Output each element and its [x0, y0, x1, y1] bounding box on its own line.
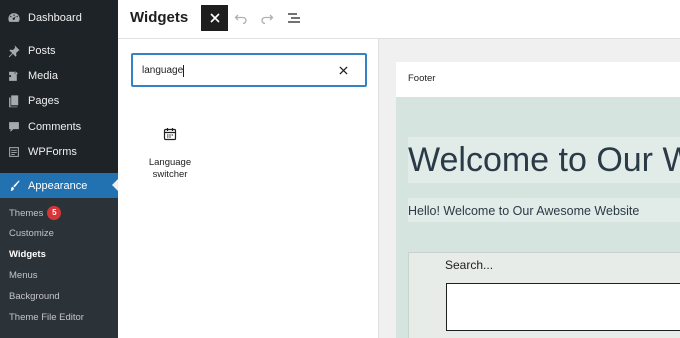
dashboard-icon	[0, 11, 28, 25]
redo-button[interactable]	[259, 10, 275, 26]
sidebar-item-pages[interactable]: Pages	[0, 88, 118, 113]
list-view-icon	[288, 13, 300, 23]
sidebar-item-label: Pages	[28, 94, 60, 107]
page-title: Widgets	[130, 9, 189, 26]
submenu-item-customize[interactable]: Customize	[9, 228, 54, 239]
media-icon	[0, 69, 28, 83]
wpforms-icon	[0, 145, 28, 159]
comments-icon	[0, 120, 28, 134]
sidebar-item-label: WPForms	[28, 145, 77, 158]
heading-block[interactable]: Welcome to Our Website	[408, 137, 680, 183]
submenu-item-menus[interactable]: Menus	[9, 270, 38, 281]
paragraph-block[interactable]: Hello! Welcome to Our Awesome Website	[408, 198, 680, 222]
submenu-item-themes[interactable]: Themes 5	[9, 206, 62, 220]
submenu-item-background[interactable]: Background	[9, 291, 60, 302]
search-widget-input[interactable]	[446, 283, 680, 331]
block-search-field[interactable]	[131, 53, 367, 87]
close-inserter-button[interactable]	[201, 5, 228, 31]
undo-icon	[234, 14, 247, 25]
submenu-item-label: Customize	[9, 228, 54, 239]
block-inserter-panel: Language switcher	[118, 39, 379, 338]
sidebar-item-dashboard[interactable]: Dashboard	[0, 5, 118, 30]
submenu-item-label: Background	[9, 291, 60, 302]
sidebar-item-label: Appearance	[28, 179, 88, 192]
admin-sidebar: Dashboard Posts Media Pages Comments WPF…	[0, 0, 118, 338]
submenu-item-label: Menus	[9, 270, 38, 281]
widget-area-title: Footer	[408, 73, 436, 84]
pushpin-icon	[0, 44, 28, 58]
calendar-icon	[163, 127, 177, 146]
widget-canvas: Footer Welcome to Our Website Hello! Wel…	[379, 39, 680, 338]
widget-area-content: Welcome to Our Website Hello! Welcome to…	[396, 97, 680, 338]
block-search-input[interactable]	[142, 62, 322, 78]
heading-text: Welcome to Our Website	[408, 141, 680, 179]
close-icon	[209, 13, 220, 23]
search-widget-label: Search...	[445, 258, 494, 272]
pages-icon	[0, 94, 28, 108]
appearance-submenu: Themes 5 Customize Widgets Menus Backgro…	[0, 198, 118, 338]
submenu-item-label: Theme File Editor	[9, 312, 84, 323]
submenu-item-label: Widgets	[9, 249, 46, 260]
search-widget-block[interactable]: Search...	[408, 252, 680, 338]
block-language-switcher[interactable]: Language switcher	[140, 127, 200, 187]
submenu-item-label: Themes	[9, 207, 44, 219]
submenu-item-theme-file-editor[interactable]: Theme File Editor	[9, 312, 84, 323]
list-view-button[interactable]	[286, 10, 302, 26]
redo-icon	[261, 14, 274, 25]
editor-header: Widgets	[118, 0, 680, 39]
block-label: Language switcher	[148, 157, 192, 180]
brush-icon	[0, 179, 28, 193]
sidebar-item-label: Media	[28, 69, 58, 82]
sidebar-item-media[interactable]: Media	[0, 63, 118, 88]
clear-search-button[interactable]	[337, 64, 349, 76]
widget-area-header[interactable]: Footer	[396, 62, 680, 97]
paragraph-text: Hello! Welcome to Our Awesome Website	[408, 204, 640, 218]
undo-button[interactable]	[233, 10, 249, 26]
sidebar-item-label: Dashboard	[28, 11, 82, 24]
text-caret	[183, 65, 184, 77]
sidebar-item-comments[interactable]: Comments	[0, 114, 118, 139]
close-icon	[338, 65, 348, 75]
sidebar-item-posts[interactable]: Posts	[0, 38, 118, 63]
update-count-badge: 5	[47, 206, 62, 220]
sidebar-item-wpforms[interactable]: WPForms	[0, 139, 118, 164]
submenu-item-widgets[interactable]: Widgets	[9, 249, 46, 260]
sidebar-item-appearance[interactable]: Appearance	[0, 173, 118, 198]
sidebar-item-label: Posts	[28, 44, 56, 57]
sidebar-item-label: Comments	[28, 120, 82, 133]
